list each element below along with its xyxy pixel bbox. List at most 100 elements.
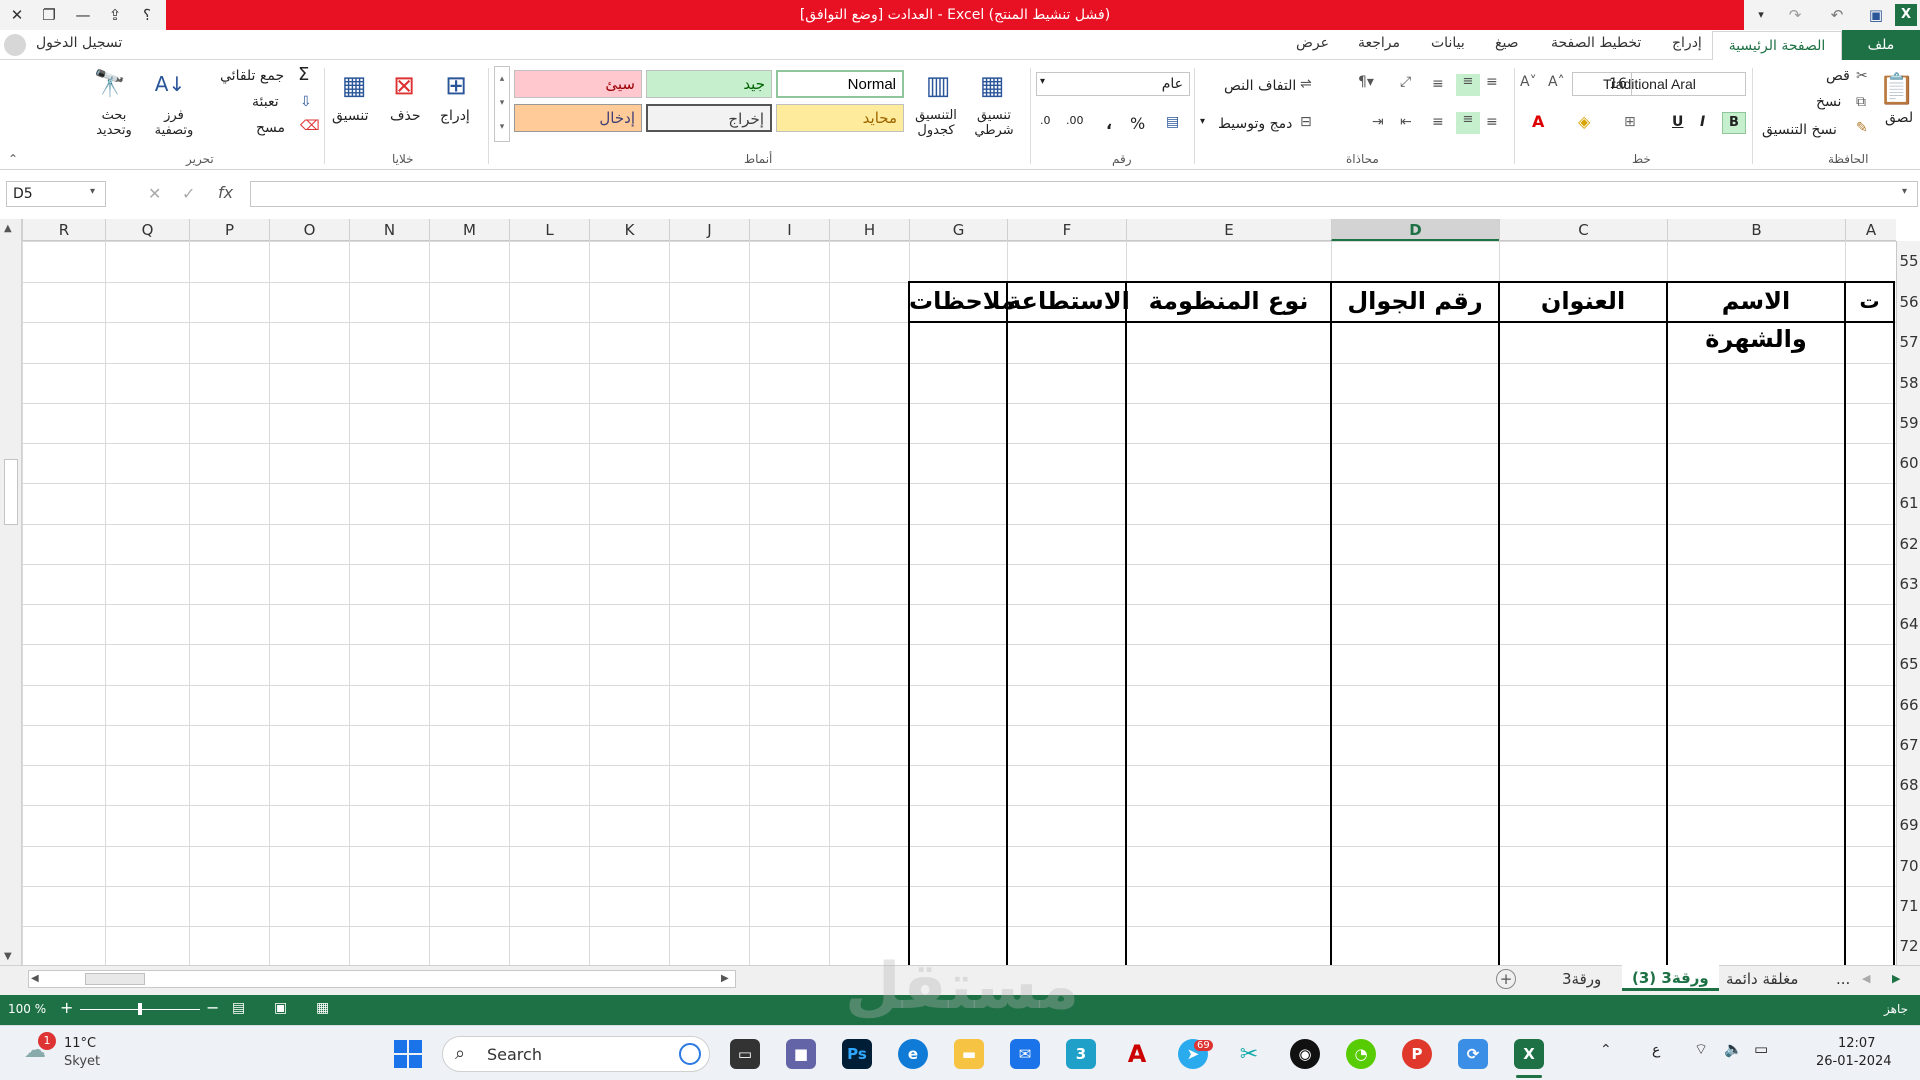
style-bad[interactable]: سيئ bbox=[514, 70, 642, 98]
clear-icon[interactable]: ⌫ bbox=[300, 118, 320, 134]
column-header-j[interactable]: J bbox=[669, 219, 749, 241]
wrap-text-button[interactable]: التفاف النص bbox=[1224, 78, 1296, 94]
paste-icon[interactable]: 📋 bbox=[1878, 66, 1915, 112]
column-header-q[interactable]: Q bbox=[105, 219, 189, 241]
horizontal-scroll-thumb[interactable] bbox=[85, 973, 145, 985]
edge-icon[interactable]: e bbox=[898, 1039, 928, 1069]
tab-formulas[interactable]: صيغ bbox=[1495, 35, 1519, 51]
comma-button[interactable]: ، bbox=[1106, 114, 1112, 133]
row-header[interactable]: 56 bbox=[1897, 282, 1920, 322]
tab-home[interactable]: الصفحة الرئيسية bbox=[1712, 31, 1842, 61]
wrap-text-icon[interactable]: ⇌ bbox=[1300, 76, 1312, 92]
help-icon[interactable]: ؟ bbox=[136, 4, 158, 26]
battery-icon[interactable]: ▭ bbox=[1754, 1040, 1768, 1058]
app-p-icon[interactable]: P bbox=[1402, 1039, 1432, 1069]
qat-customize-icon[interactable]: ▾ bbox=[1750, 4, 1772, 26]
row-header[interactable]: 66 bbox=[1897, 685, 1920, 725]
styles-scroll-icon[interactable]: ▴ ▾ ▾ bbox=[494, 66, 510, 142]
style-output[interactable]: إخراج bbox=[646, 104, 772, 132]
column-header-i[interactable]: I bbox=[749, 219, 829, 241]
increase-indent-icon[interactable]: ⇥ bbox=[1372, 114, 1384, 130]
table-header-cell[interactable]: نوع المنظومة bbox=[1126, 282, 1331, 322]
sort-filter-icon[interactable]: A↓ bbox=[150, 64, 190, 104]
user-avatar-icon[interactable] bbox=[4, 34, 26, 56]
tray-overflow-icon[interactable]: ⌃ bbox=[1600, 1042, 1612, 1058]
sort-filter-button[interactable]: فرز وتصفية bbox=[150, 108, 198, 138]
column-header-g[interactable]: G bbox=[909, 219, 1007, 241]
rtl-icon[interactable]: ¶▾ bbox=[1358, 74, 1374, 90]
zoom-level[interactable]: 100 % bbox=[8, 1002, 46, 1016]
orientation-icon[interactable]: ⤢ bbox=[1400, 74, 1411, 90]
tab-insert[interactable]: إدراج bbox=[1672, 35, 1702, 51]
tab-file[interactable]: ملف bbox=[1842, 30, 1920, 60]
insert-function-icon[interactable]: fx bbox=[218, 183, 233, 202]
accounting-icon[interactable]: ▤ bbox=[1166, 114, 1179, 130]
column-header-h[interactable]: H bbox=[829, 219, 909, 241]
normal-view-icon[interactable]: ▦ bbox=[316, 1000, 329, 1016]
find-select-icon[interactable]: 🔭 bbox=[90, 64, 130, 104]
save-icon[interactable]: ▣ bbox=[1865, 4, 1887, 26]
cut-button[interactable]: قص bbox=[1826, 68, 1850, 84]
row-header[interactable]: 69 bbox=[1897, 805, 1920, 846]
format-as-table-icon[interactable]: ▥ bbox=[918, 66, 958, 106]
format-as-table-button[interactable]: التنسيق كجدول bbox=[906, 108, 966, 138]
sheet-tab-1[interactable]: مغلقة دائمة bbox=[1726, 966, 1798, 992]
restore-icon[interactable]: ❐ bbox=[38, 4, 60, 26]
copy-icon[interactable]: ⧉ bbox=[1856, 94, 1866, 110]
scroll-down-icon[interactable]: ▼ bbox=[4, 951, 12, 962]
clock-time[interactable]: 12:07 bbox=[1838, 1036, 1875, 1051]
style-input[interactable]: إدخال bbox=[514, 104, 642, 132]
delete-cells-icon[interactable]: ⊠ bbox=[384, 66, 424, 106]
conditional-format-icon[interactable]: ▦ bbox=[972, 66, 1012, 106]
autosum-button[interactable]: جمع تلقائي bbox=[220, 68, 284, 84]
insert-cells-button[interactable]: إدراج bbox=[440, 108, 470, 124]
borders-icon[interactable]: ⊞ bbox=[1624, 114, 1636, 130]
sheet-tab-active[interactable]: ورقة3 (3) bbox=[1622, 965, 1719, 991]
column-header-d[interactable]: D bbox=[1331, 219, 1499, 241]
page-break-view-icon[interactable]: ▤ bbox=[232, 1000, 245, 1016]
scroll-left-icon[interactable]: ◀ bbox=[31, 973, 39, 984]
table-header-cell[interactable]: ت bbox=[1845, 282, 1894, 322]
italic-button[interactable]: I bbox=[1700, 114, 1705, 130]
column-header-c[interactable]: C bbox=[1499, 219, 1667, 241]
row-header[interactable]: 63 bbox=[1897, 564, 1920, 604]
column-header-o[interactable]: O bbox=[269, 219, 349, 241]
align-top-icon[interactable]: ≡ bbox=[1486, 74, 1498, 90]
decrease-indent-icon[interactable]: ⇤ bbox=[1400, 114, 1412, 130]
format-painter-button[interactable]: نسخ التنسيق bbox=[1762, 122, 1837, 138]
add-sheet-icon[interactable]: + bbox=[1496, 969, 1516, 989]
formula-input[interactable] bbox=[250, 181, 1918, 207]
row-header[interactable]: 72 bbox=[1897, 926, 1920, 966]
tab-data[interactable]: بيانات bbox=[1431, 35, 1465, 51]
row-header[interactable]: 55 bbox=[1897, 241, 1920, 282]
row-header[interactable]: 70 bbox=[1897, 846, 1920, 886]
row-header[interactable]: 59 bbox=[1897, 403, 1920, 443]
bold-button[interactable]: B bbox=[1722, 112, 1746, 134]
task-view-icon[interactable]: ▭ bbox=[730, 1039, 760, 1069]
tab-page-layout[interactable]: تخطيط الصفحة bbox=[1551, 35, 1641, 51]
column-header-k[interactable]: K bbox=[589, 219, 669, 241]
font-size-select[interactable]: 16 bbox=[1572, 72, 1632, 96]
font-color-icon[interactable]: A bbox=[1532, 112, 1544, 131]
autosum-icon[interactable]: Σ bbox=[298, 64, 309, 85]
file-explorer-icon[interactable]: ▬ bbox=[954, 1039, 984, 1069]
collapse-ribbon-icon[interactable]: ⌃ bbox=[8, 152, 18, 166]
bing-icon[interactable] bbox=[679, 1043, 701, 1065]
photoshop-icon[interactable]: Ps bbox=[842, 1039, 872, 1069]
row-header[interactable]: 60 bbox=[1897, 443, 1920, 483]
clear-button[interactable]: مسح bbox=[256, 120, 285, 136]
merge-dropdown-icon[interactable]: ▾ bbox=[1200, 116, 1205, 127]
row-header[interactable]: 64 bbox=[1897, 604, 1920, 644]
merge-icon[interactable]: ⊟ bbox=[1300, 114, 1312, 130]
sign-in-link[interactable]: تسجيل الدخول bbox=[36, 35, 122, 51]
align-right-icon[interactable]: ≡ bbox=[1486, 114, 1498, 130]
row-header[interactable]: 65 bbox=[1897, 644, 1920, 685]
wifi-icon[interactable]: ⌔ bbox=[1694, 1040, 1708, 1059]
teams-icon[interactable]: ■ bbox=[786, 1039, 816, 1069]
duolingo-icon[interactable]: ◔ bbox=[1346, 1039, 1376, 1069]
align-center-icon[interactable]: ≡ bbox=[1456, 112, 1480, 134]
vertical-scrollbar[interactable]: ▲ ▼ bbox=[0, 219, 22, 965]
row-header[interactable]: 57 bbox=[1897, 322, 1920, 363]
column-header-b[interactable]: B bbox=[1667, 219, 1845, 241]
scroll-thumb[interactable] bbox=[4, 459, 18, 525]
